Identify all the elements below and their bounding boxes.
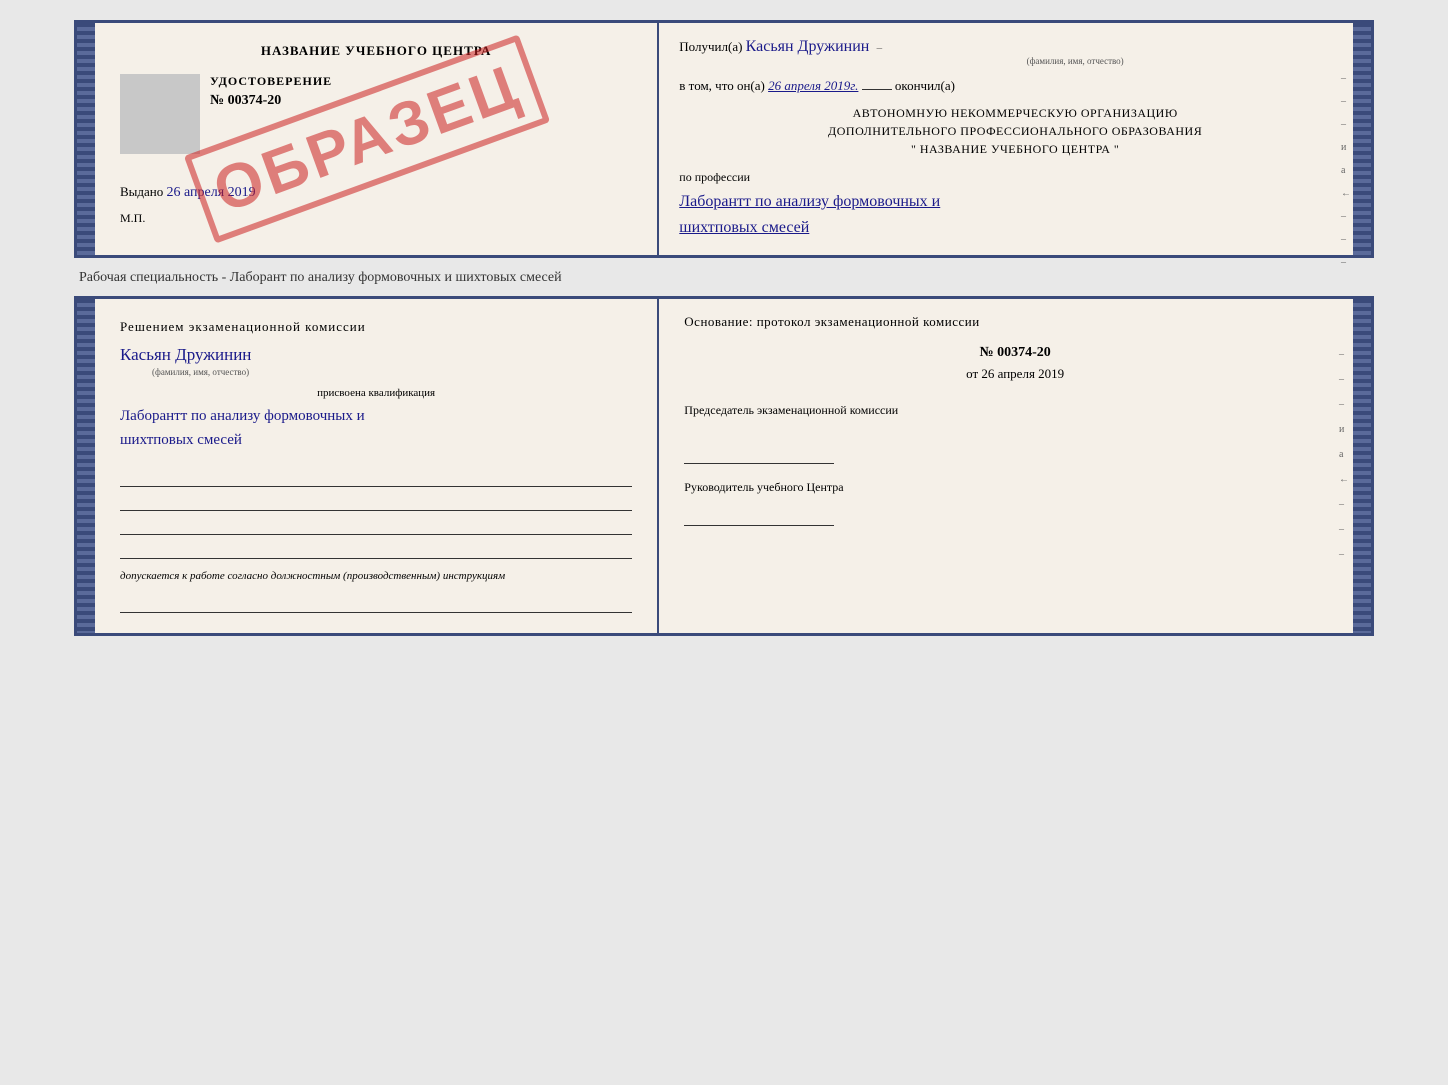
bottom-left: Решением экзаменационной комиссии Касьян… xyxy=(77,299,659,632)
seal-placeholder xyxy=(120,74,200,154)
protocol-date: от 26 апреля 2019 xyxy=(684,366,1346,382)
sign-line-2 xyxy=(120,491,632,511)
vydano-row: Выдано 26 апреля 2019 xyxy=(120,184,632,201)
predsedatel-label: Председатель экзаменационной комиссии xyxy=(684,402,1346,419)
udostoverenie-block: УДОСТОВЕРЕНИЕ № 00374-20 xyxy=(210,74,632,109)
udostoverenie-num: № 00374-20 xyxy=(210,93,632,109)
bottom-right: Основание: протокол экзаменационной коми… xyxy=(659,299,1371,632)
lines-area xyxy=(120,467,632,559)
bottom-fio-label: (фамилия, имя, отчество) xyxy=(152,367,632,377)
vtom-row: в том, что он(а) 26 апреля 2019г. окончи… xyxy=(679,78,1351,94)
side-marks-bottom: –––иа←––– xyxy=(1339,349,1349,560)
protocol-num: № 00374-20 xyxy=(684,345,1346,361)
profession-label: по профессии xyxy=(679,170,750,184)
sign-line-4 xyxy=(120,539,632,559)
qualification-text: Лаборантт по анализу формовочных ишихтпо… xyxy=(120,404,632,452)
sign-line-1 xyxy=(120,467,632,487)
mp-row: М.П. xyxy=(120,211,632,226)
certificate-bottom: Решением экзаменационной комиссии Касьян… xyxy=(74,296,1374,635)
org-block: АВТОНОМНУЮ НЕКОММЕРЧЕСКУЮ ОРГАНИЗАЦИЮ ДО… xyxy=(679,104,1351,158)
page-container: НАЗВАНИЕ УЧЕБНОГО ЦЕНТРА УДОСТОВЕРЕНИЕ №… xyxy=(74,20,1374,636)
profession-row: по профессии Лаборантт по анализу формов… xyxy=(679,170,1351,240)
org-line2: ДОПОЛНИТЕЛЬНОГО ПРОФЕССИОНАЛЬНОГО ОБРАЗО… xyxy=(679,122,1351,140)
fio-sublabel: (фамилия, имя, отчество) xyxy=(799,56,1351,66)
rukovoditel-sign-line xyxy=(684,506,834,526)
org-line1: АВТОНОМНУЮ НЕКОММЕРЧЕСКУЮ ОРГАНИЗАЦИЮ xyxy=(679,104,1351,122)
predsedatel-sign-line xyxy=(684,444,834,464)
certificate-top: НАЗВАНИЕ УЧЕБНОГО ЦЕНТРА УДОСТОВЕРЕНИЕ №… xyxy=(74,20,1374,258)
rukovoditel-label: Руководитель учебного Центра xyxy=(684,479,1346,496)
poluchil-row: Получил(а) Касьян Дружинин – (фамилия, и… xyxy=(679,38,1351,66)
bottom-name: Касьян Дружинин xyxy=(120,345,632,365)
poluchil-name: Касьян Дружинин xyxy=(746,38,870,55)
vtom-date: 26 апреля 2019г. xyxy=(768,78,858,93)
stamp-area: УДОСТОВЕРЕНИЕ № 00374-20 xyxy=(120,74,632,154)
sign-line-3 xyxy=(120,515,632,535)
cert-right: Получил(а) Касьян Дружинин – (фамилия, и… xyxy=(659,23,1371,255)
dopuskaetsya-text: допускается к работе согласно должностны… xyxy=(120,569,632,584)
vydano-date: 26 апреля 2019 xyxy=(167,185,256,200)
resheniem-title: Решением экзаменационной комиссии xyxy=(120,319,632,335)
mp-label: М.П. xyxy=(120,211,145,225)
spacer-text: Рабочая специальность - Лаборант по анал… xyxy=(74,270,1374,286)
vydano-label: Выдано xyxy=(120,184,163,199)
poluchil-label: Получил(а) xyxy=(679,39,742,54)
profession-name: Лаборантт по анализу формовочных ишихтпо… xyxy=(679,189,1351,240)
org-line3: " НАЗВАНИЕ УЧЕБНОГО ЦЕНТРА " xyxy=(679,140,1351,158)
prisvoena-label: присвоена квалификация xyxy=(120,387,632,399)
cert-top-title: НАЗВАНИЕ УЧЕБНОГО ЦЕНТРА xyxy=(120,43,632,59)
udostoverenie-label: УДОСТОВЕРЕНИЕ xyxy=(210,74,632,89)
osnovanie-title: Основание: протокол экзаменационной коми… xyxy=(684,314,1346,330)
cert-left: НАЗВАНИЕ УЧЕБНОГО ЦЕНТРА УДОСТОВЕРЕНИЕ №… xyxy=(77,23,659,255)
vtom-label: в том, что он(а) xyxy=(679,78,765,93)
side-marks-top: –––иа←––– xyxy=(1341,73,1351,268)
okonchil-label: окончил(а) xyxy=(895,78,955,93)
